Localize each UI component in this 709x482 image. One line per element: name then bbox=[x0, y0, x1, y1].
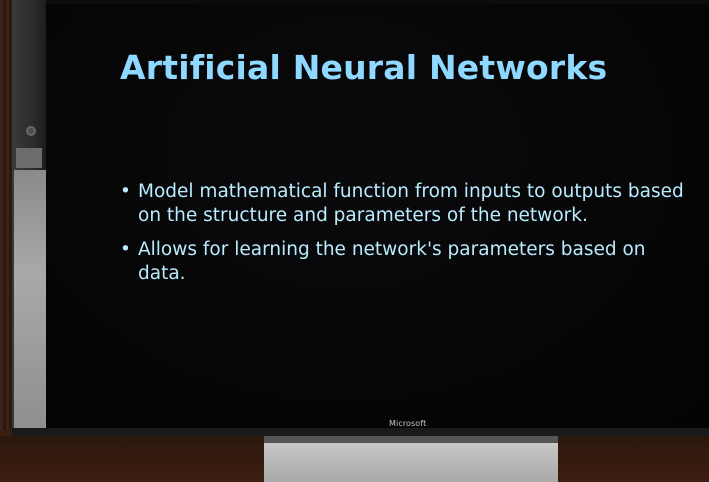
bullet-list: • Model mathematical function from input… bbox=[118, 180, 698, 296]
camera-icon bbox=[26, 126, 36, 136]
monitor-stand bbox=[264, 443, 558, 482]
photo-scene: Artificial Neural Networks • Model mathe… bbox=[0, 0, 709, 482]
monitor-bottom-bezel bbox=[12, 428, 709, 436]
monitor-brand-logo: Microsoft bbox=[389, 419, 427, 428]
bezel-sensor-panel bbox=[16, 148, 42, 168]
bullet-text: Model mathematical function from inputs … bbox=[138, 181, 684, 226]
bullet-item: • Model mathematical function from input… bbox=[118, 180, 698, 228]
slide-title: Artificial Neural Networks bbox=[120, 48, 608, 87]
bullet-text: Allows for learning the network's parame… bbox=[138, 239, 646, 284]
bullet-icon: • bbox=[120, 239, 131, 260]
bullet-item: • Allows for learning the network's para… bbox=[118, 238, 698, 286]
bullet-icon: • bbox=[120, 181, 131, 202]
bezel-side-strip bbox=[14, 170, 46, 428]
